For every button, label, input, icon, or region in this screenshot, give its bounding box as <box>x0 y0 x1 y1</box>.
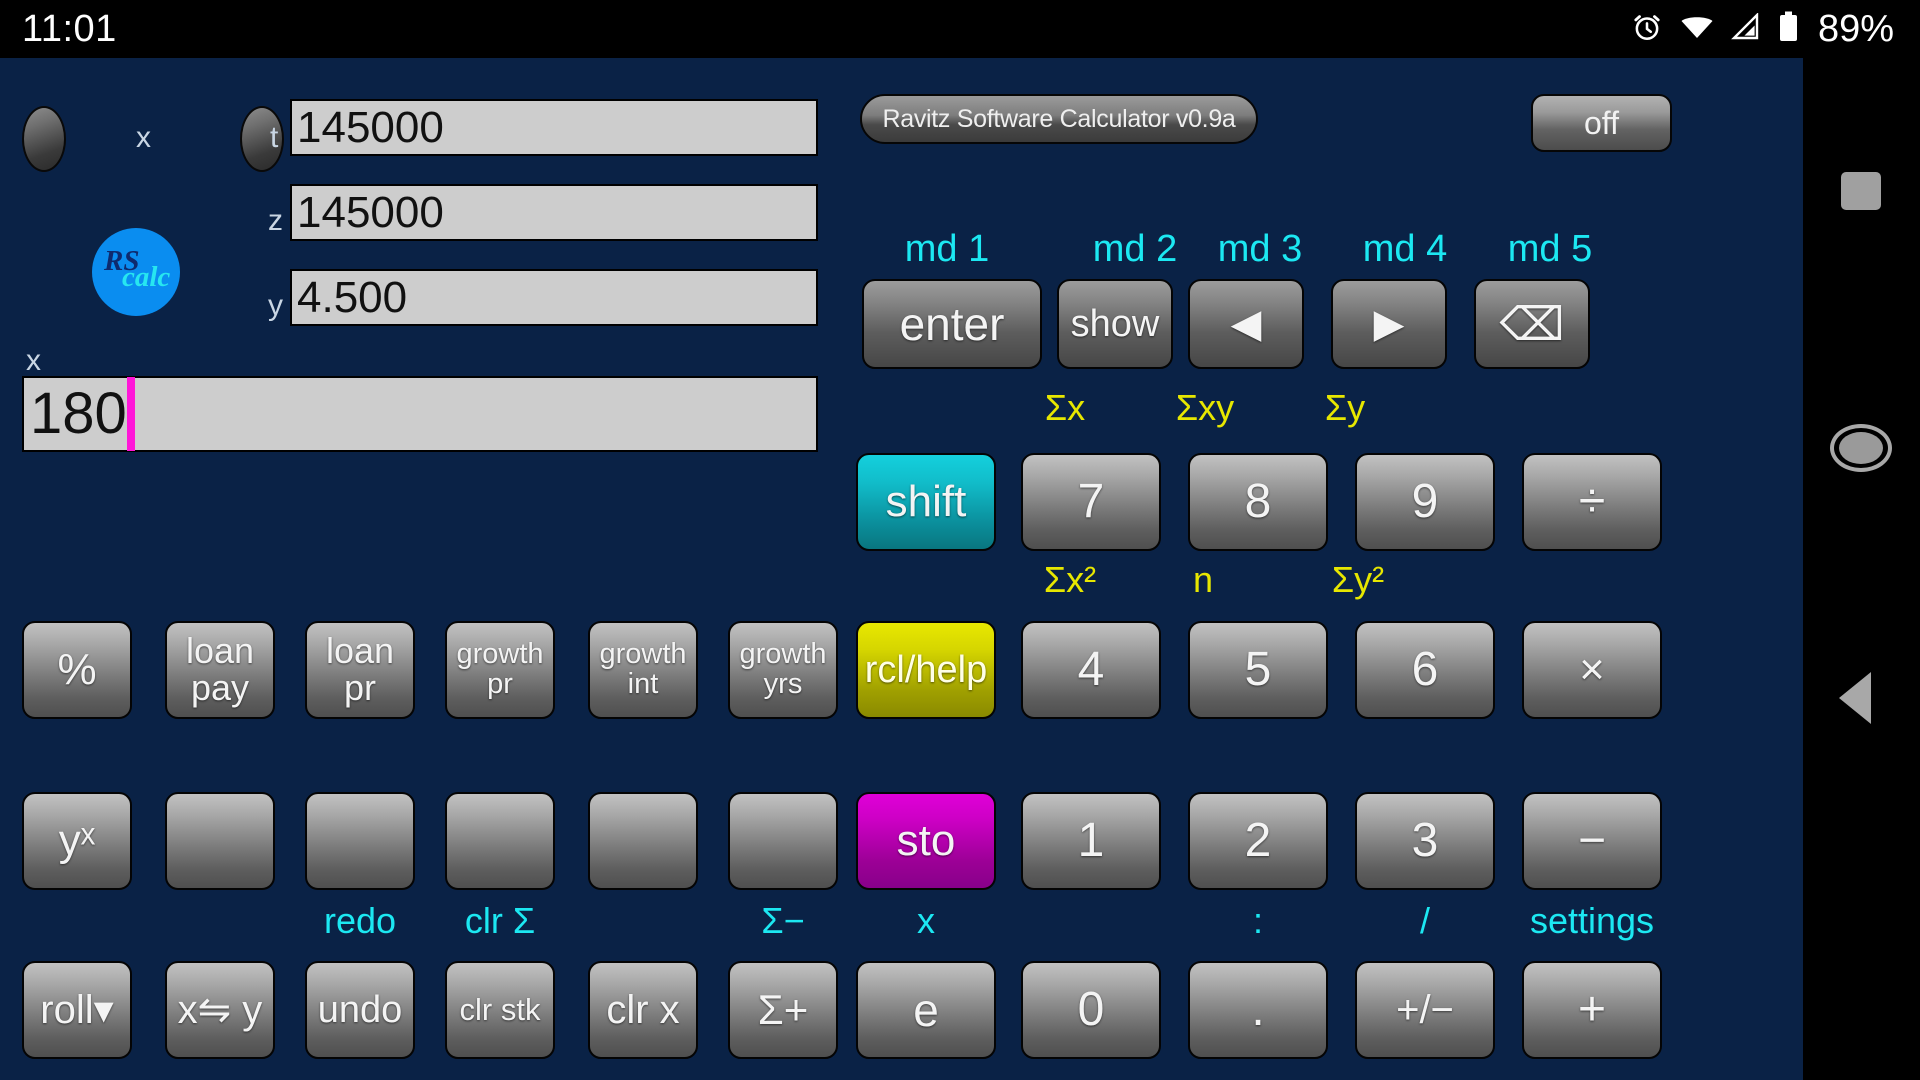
text-cursor <box>126 377 135 451</box>
logo-calc-text: calc <box>122 261 171 293</box>
alarm-icon <box>1631 11 1663 48</box>
divide-key[interactable]: ÷ <box>1522 453 1662 551</box>
undo-key[interactable]: undo <box>305 961 415 1059</box>
digit-5-key[interactable]: 5 <box>1188 621 1328 719</box>
shift-key[interactable]: shift <box>856 453 996 551</box>
legend-md-5: md 5 <box>1507 228 1593 270</box>
battery-percent-label: 89% <box>1817 8 1894 50</box>
calculator-app: x t z y x 145000 145000 4.500 180 RS cal… <box>0 58 1803 1080</box>
system-navigation-bar <box>1803 58 1920 1080</box>
legend-slash: / <box>1419 900 1430 941</box>
t-register-value: 145000 <box>297 102 444 152</box>
legend-md-2: md 2 <box>1092 228 1178 270</box>
decimal-point-key[interactable]: . <box>1188 961 1328 1059</box>
loan-pay-key[interactable]: loan pay <box>165 621 275 719</box>
digit-9-key[interactable]: 9 <box>1355 453 1495 551</box>
blank-key-4[interactable] <box>588 792 698 890</box>
legend-md-4: md 4 <box>1362 228 1448 270</box>
rscalc-logo: RS calc <box>92 228 180 316</box>
legend-md-1: md 1 <box>904 228 990 270</box>
z-register-tag: z <box>268 204 283 237</box>
y-register-value: 4.500 <box>297 272 408 322</box>
t-register-tag: t <box>270 121 279 154</box>
legend-x: x <box>917 900 935 941</box>
off-button[interactable]: off <box>1531 94 1672 152</box>
blank-key-2[interactable] <box>305 792 415 890</box>
digit-6-key[interactable]: 6 <box>1355 621 1495 719</box>
battery-icon <box>1778 11 1799 47</box>
status-bar-icons: 89% <box>1631 10 1894 48</box>
blank-key-5[interactable] <box>728 792 838 890</box>
backspace-key[interactable]: ⌫ <box>1474 279 1590 369</box>
legend-sum-x: Σx <box>1044 387 1086 428</box>
multiply-key[interactable]: × <box>1522 621 1662 719</box>
percent-key[interactable]: % <box>22 621 132 719</box>
legend-clr-sum: clr Σ <box>464 900 536 941</box>
loan-pr-key[interactable]: loan pr <box>305 621 415 719</box>
sign-toggle-key[interactable]: +/− <box>1355 961 1495 1059</box>
blank-key-3[interactable] <box>445 792 555 890</box>
show-key[interactable]: show <box>1057 279 1173 369</box>
y-to-x-key[interactable]: yˣ <box>22 792 132 890</box>
z-register-field[interactable]: 145000 <box>290 184 818 241</box>
legend-n: n <box>1192 559 1214 600</box>
status-bar-clock: 11:01 <box>22 8 117 50</box>
wifi-icon <box>1680 13 1714 46</box>
left-arrow-key[interactable]: ◀ <box>1188 279 1304 369</box>
z-register-value: 145000 <box>297 187 444 237</box>
growth-pr-key[interactable]: growth pr <box>445 621 555 719</box>
plus-key[interactable]: + <box>1522 961 1662 1059</box>
x-entry-value: 180 <box>30 381 127 446</box>
legend-sum-x2: Σx² <box>1043 559 1097 600</box>
minus-key[interactable]: − <box>1522 792 1662 890</box>
app-title-button[interactable]: Ravitz Software Calculator v0.9a <box>860 94 1258 144</box>
digit-0-key[interactable]: 0 <box>1021 961 1161 1059</box>
exponent-key[interactable]: e <box>856 961 996 1059</box>
growth-yrs-key[interactable]: growth yrs <box>728 621 838 719</box>
legend-sum-minus: Σ− <box>761 900 805 941</box>
sto-key[interactable]: sto <box>856 792 996 890</box>
right-arrow-key[interactable]: ▶ <box>1331 279 1447 369</box>
x-register-knob[interactable] <box>22 106 66 172</box>
swap-xy-key[interactable]: x⇋ y <box>165 961 275 1059</box>
t-register-field[interactable]: 145000 <box>290 99 818 156</box>
rcl-help-key[interactable]: rcl/help <box>856 621 996 719</box>
digit-1-key[interactable]: 1 <box>1021 792 1161 890</box>
sigma-plus-key[interactable]: Σ+ <box>728 961 838 1059</box>
digit-3-key[interactable]: 3 <box>1355 792 1495 890</box>
clear-x-key[interactable]: clr x <box>588 961 698 1059</box>
x-register-tag-top: x <box>136 121 151 154</box>
recents-button[interactable] <box>1841 172 1881 210</box>
back-button[interactable] <box>1839 672 1871 724</box>
home-button[interactable] <box>1830 424 1892 472</box>
growth-int-key[interactable]: growth int <box>588 621 698 719</box>
digit-8-key[interactable]: 8 <box>1188 453 1328 551</box>
roll-down-key[interactable]: roll▾ <box>22 961 132 1059</box>
digit-2-key[interactable]: 2 <box>1188 792 1328 890</box>
cellular-signal-icon <box>1731 11 1761 46</box>
y-register-field[interactable]: 4.500 <box>290 269 818 326</box>
legend-sum-y2: Σy² <box>1331 559 1385 600</box>
legend-redo: redo <box>323 900 397 941</box>
clear-stack-key[interactable]: clr stk <box>445 961 555 1059</box>
status-bar: 11:01 89% <box>0 0 1920 58</box>
x-entry-input[interactable]: 180 <box>22 376 818 452</box>
legend-settings: settings <box>1529 900 1655 941</box>
digit-4-key[interactable]: 4 <box>1021 621 1161 719</box>
legend-colon: : <box>1252 900 1263 941</box>
digit-7-key[interactable]: 7 <box>1021 453 1161 551</box>
enter-key[interactable]: enter <box>862 279 1042 369</box>
y-register-tag: y <box>268 289 283 322</box>
blank-key-1[interactable] <box>165 792 275 890</box>
legend-sum-xy: Σxy <box>1175 387 1235 428</box>
stack-display-panel: x t z y x 145000 145000 4.500 180 RS cal… <box>0 58 880 498</box>
legend-sum-y: Σy <box>1324 387 1366 428</box>
legend-md-3: md 3 <box>1217 228 1303 270</box>
x-entry-tag: x <box>26 344 41 377</box>
